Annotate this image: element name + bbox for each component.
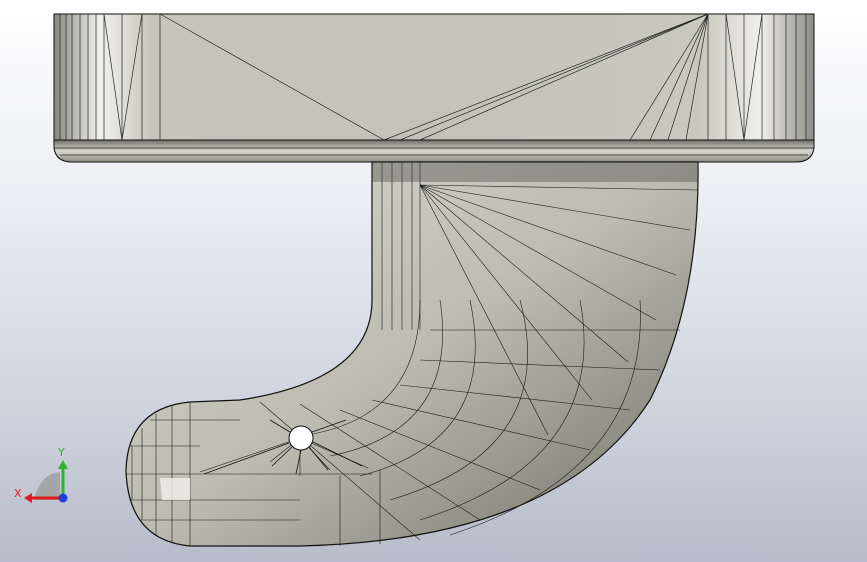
triad-plane-icon [34,472,60,500]
z-axis-icon [58,493,68,503]
y-axis-label: Y [57,446,65,459]
x-axis-label: X [14,487,22,500]
model-canvas[interactable]: X Y [0,0,867,562]
top-plate[interactable] [53,13,815,163]
y-arrow-icon [58,460,68,469]
x-arrow-icon [24,493,32,503]
graphics-viewport[interactable]: X Y [0,0,867,562]
view-triad[interactable]: X Y [14,446,68,503]
curved-arm[interactable] [125,161,699,547]
